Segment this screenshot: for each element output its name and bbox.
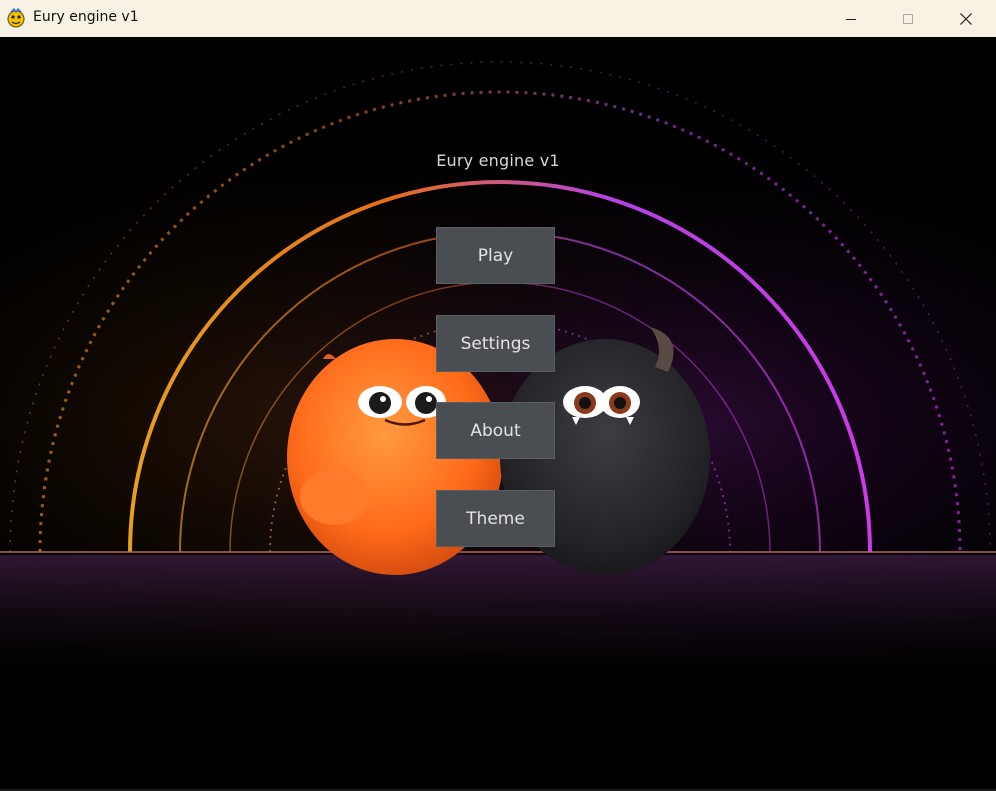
- maximize-icon: [903, 13, 913, 24]
- about-button[interactable]: About: [436, 402, 555, 459]
- close-button[interactable]: [937, 0, 995, 37]
- game-title: Eury engine v1: [436, 151, 560, 170]
- minimize-button[interactable]: [822, 0, 880, 37]
- title-bar[interactable]: Eury engine v1: [0, 0, 996, 37]
- settings-button[interactable]: Settings: [436, 315, 555, 372]
- maximize-button[interactable]: [879, 0, 937, 37]
- close-icon: [960, 12, 972, 25]
- game-canvas[interactable]: Eury engine v1 Play Settings About Theme: [0, 37, 996, 789]
- game-window: Eury engine v1 Eury engine v1 Play Setti…: [0, 0, 996, 791]
- minimize-icon: [846, 18, 856, 20]
- pygame-snake-icon: [6, 7, 26, 28]
- play-button[interactable]: Play: [436, 227, 555, 284]
- theme-button[interactable]: Theme: [436, 490, 555, 547]
- window-title: Eury engine v1: [33, 9, 139, 25]
